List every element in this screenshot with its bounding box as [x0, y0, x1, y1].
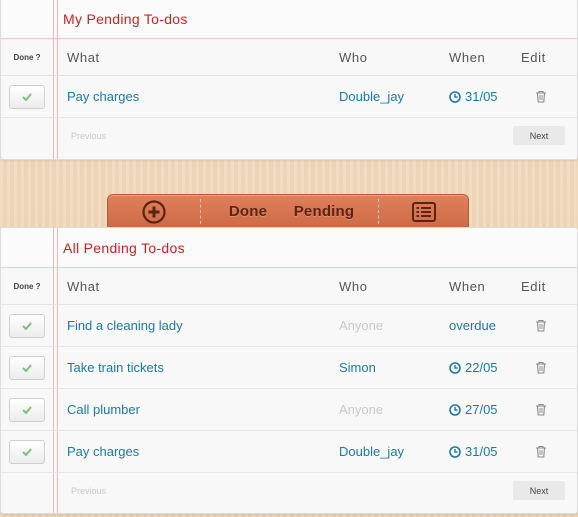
clock-icon — [449, 90, 461, 103]
todo-due-date[interactable]: 22/05 — [449, 347, 498, 388]
trash-icon — [536, 361, 546, 374]
due-date-text: 31/05 — [465, 89, 498, 104]
header-what: What — [67, 278, 100, 294]
delete-button[interactable] — [521, 76, 561, 117]
todo-due-date[interactable]: overdue — [449, 305, 496, 346]
clock-icon — [449, 361, 461, 374]
todo-title-link[interactable]: Pay charges — [67, 431, 139, 472]
todo-assignee[interactable]: Simon — [339, 347, 376, 388]
pagination: Previous Next — [1, 118, 577, 154]
table-row: Pay charges Double_jay 31/05 — [1, 76, 577, 118]
my-pending-panel: My Pending To-dos Done ? What Who When E… — [0, 0, 578, 160]
delete-button[interactable] — [521, 431, 561, 472]
header-edit: Edit — [521, 49, 546, 65]
due-date-text: overdue — [449, 318, 496, 333]
trash-icon — [536, 403, 546, 416]
table-row: Call plumber Anyone 27/05 — [1, 389, 577, 431]
header-done: Done ? — [13, 52, 41, 62]
next-button[interactable]: Next — [513, 481, 565, 500]
filter-toolbar: Done Pending — [107, 194, 469, 228]
due-date-text: 27/05 — [465, 402, 498, 417]
trash-icon — [536, 319, 546, 332]
due-date-text: 22/05 — [465, 360, 498, 375]
todo-title-link[interactable]: Find a cleaning lady — [67, 305, 183, 346]
mark-done-button[interactable] — [9, 313, 45, 338]
clock-icon — [449, 445, 461, 458]
table-header: Done ? What Who When Edit — [1, 268, 577, 305]
toolbar-divider — [200, 199, 201, 224]
pagination: Previous Next — [1, 473, 577, 509]
todo-title-link[interactable]: Call plumber — [67, 389, 140, 430]
header-who: Who — [339, 278, 368, 294]
table-row: Find a cleaning lady Anyone overdue — [1, 305, 577, 347]
plus-circle-icon — [142, 199, 166, 224]
todo-due-date[interactable]: 27/05 — [449, 389, 498, 430]
todo-assignee[interactable]: Anyone — [339, 389, 383, 430]
mark-done-button[interactable] — [9, 397, 45, 422]
tab-done[interactable]: Done — [218, 195, 278, 228]
clock-icon — [449, 403, 461, 416]
todo-due-date[interactable]: 31/05 — [449, 431, 498, 472]
list-view-button[interactable] — [378, 195, 470, 228]
add-todo-button[interactable] — [108, 195, 200, 228]
header-what: What — [67, 49, 100, 65]
tab-pending[interactable]: Pending — [288, 195, 360, 228]
panel-title: All Pending To-dos — [1, 228, 577, 268]
todo-assignee[interactable]: Double_jay — [339, 76, 404, 117]
mark-done-button[interactable] — [9, 355, 45, 380]
mark-done-button[interactable] — [9, 84, 45, 109]
check-icon — [22, 92, 32, 101]
todo-title-link[interactable]: Take train tickets — [67, 347, 164, 388]
delete-button[interactable] — [521, 347, 561, 388]
header-when: When — [449, 49, 486, 65]
mark-done-button[interactable] — [9, 439, 45, 464]
delete-button[interactable] — [521, 389, 561, 430]
panel-title: My Pending To-dos — [1, 0, 577, 39]
next-button[interactable]: Next — [513, 126, 565, 145]
todo-due-date[interactable]: 31/05 — [449, 76, 498, 117]
header-edit: Edit — [521, 278, 546, 294]
todo-assignee[interactable]: Anyone — [339, 305, 383, 346]
header-who: Who — [339, 49, 368, 65]
todo-title-link[interactable]: Pay charges — [67, 76, 139, 117]
todo-assignee[interactable]: Double_jay — [339, 431, 404, 472]
trash-icon — [536, 90, 546, 103]
check-icon — [22, 321, 32, 330]
trash-icon — [536, 445, 546, 458]
previous-button[interactable]: Previous — [71, 473, 106, 509]
check-icon — [22, 447, 32, 456]
check-icon — [22, 363, 32, 372]
table-row: Pay charges Double_jay 31/05 — [1, 431, 577, 473]
table-row: Take train tickets Simon 22/05 — [1, 347, 577, 389]
check-icon — [22, 405, 32, 414]
due-date-text: 31/05 — [465, 444, 498, 459]
delete-button[interactable] — [521, 305, 561, 346]
table-header: Done ? What Who When Edit — [1, 39, 577, 76]
all-pending-panel: All Pending To-dos Done ? What Who When … — [0, 227, 578, 514]
header-when: When — [449, 278, 486, 294]
previous-button[interactable]: Previous — [71, 118, 106, 154]
header-done: Done ? — [13, 281, 41, 291]
list-icon — [412, 201, 436, 222]
